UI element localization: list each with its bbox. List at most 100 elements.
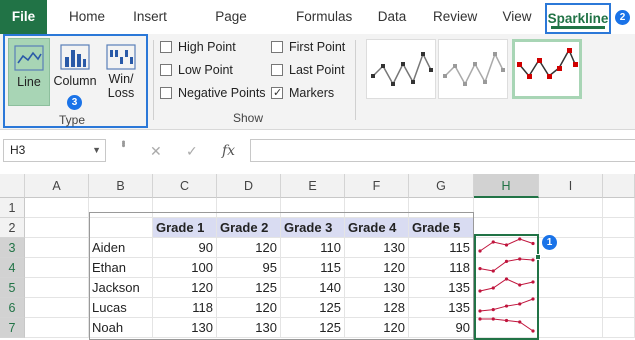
tab-view[interactable]: View — [501, 0, 533, 34]
tab-home[interactable]: Home — [68, 0, 106, 34]
high-point-box[interactable] — [160, 41, 172, 53]
cell-j2[interactable] — [603, 218, 635, 238]
last-point-box[interactable] — [271, 64, 283, 76]
row-header-4[interactable]: 4 — [0, 258, 25, 278]
cell-j3[interactable] — [603, 238, 635, 258]
cell-g2[interactable]: Grade 5 — [409, 218, 474, 238]
cell-i7[interactable] — [539, 318, 603, 338]
fill-handle[interactable] — [535, 254, 541, 260]
first-point-checkbox[interactable]: First Point — [271, 38, 345, 56]
cell-g6[interactable]: 135 — [409, 298, 474, 318]
cell-a4[interactable] — [25, 258, 89, 278]
cancel-icon[interactable]: ✕ — [150, 143, 162, 160]
row-header-1[interactable]: 1 — [0, 198, 25, 218]
cell-j6[interactable] — [603, 298, 635, 318]
cell-i5[interactable] — [539, 278, 603, 298]
sparkline-style-1[interactable] — [366, 39, 436, 99]
negative-points-checkbox[interactable]: Negative Points — [160, 84, 266, 102]
tab-file[interactable]: File — [0, 0, 47, 34]
cell-c1[interactable] — [153, 198, 217, 218]
cell-d1[interactable] — [217, 198, 281, 218]
first-point-box[interactable] — [271, 41, 283, 53]
cell-e4[interactable]: 115 — [281, 258, 345, 278]
cell-g5[interactable]: 135 — [409, 278, 474, 298]
cell-i1[interactable] — [539, 198, 603, 218]
cell-g4[interactable]: 118 — [409, 258, 474, 278]
last-point-checkbox[interactable]: Last Point — [271, 61, 345, 79]
column-header-g[interactable]: G — [409, 174, 474, 198]
row-header-6[interactable]: 6 — [0, 298, 25, 318]
tab-formulas[interactable]: Formulas — [296, 0, 352, 34]
cell-b6[interactable]: Lucas — [89, 298, 153, 318]
tab-sparkline[interactable]: Sparkline — [545, 3, 611, 34]
high-point-checkbox[interactable]: High Point — [160, 38, 236, 56]
line-sparkline-button[interactable]: Line — [8, 38, 50, 106]
sparkline-style-3-selected[interactable] — [512, 39, 582, 99]
cell-j7[interactable] — [603, 318, 635, 338]
cell-d6[interactable]: 120 — [217, 298, 281, 318]
cell-b7[interactable]: Noah — [89, 318, 153, 338]
cell-f1[interactable] — [345, 198, 409, 218]
cell-e6[interactable]: 125 — [281, 298, 345, 318]
markers-box[interactable] — [271, 84, 283, 102]
cell-d2[interactable]: Grade 2 — [217, 218, 281, 238]
cell-h1[interactable] — [474, 198, 539, 218]
cell-c3[interactable]: 90 — [153, 238, 217, 258]
cell-g1[interactable] — [409, 198, 474, 218]
cell-g7[interactable]: 90 — [409, 318, 474, 338]
cell-c5[interactable]: 120 — [153, 278, 217, 298]
formula-input[interactable] — [250, 139, 635, 162]
cell-g3[interactable]: 115 — [409, 238, 474, 258]
cell-j4[interactable] — [603, 258, 635, 278]
tab-page-layout[interactable]: Page Layout — [194, 0, 268, 58]
winloss-sparkline-button[interactable]: Win/ Loss — [100, 38, 142, 106]
column-header-b[interactable]: B — [89, 174, 153, 198]
column-header-j[interactable] — [603, 174, 635, 198]
cell-a7[interactable] — [25, 318, 89, 338]
cell-f5[interactable]: 130 — [345, 278, 409, 298]
cell-b3[interactable]: Aiden — [89, 238, 153, 258]
cell-i6[interactable] — [539, 298, 603, 318]
cell-d5[interactable]: 125 — [217, 278, 281, 298]
cell-i4[interactable] — [539, 258, 603, 278]
cell-f2[interactable]: Grade 4 — [345, 218, 409, 238]
cell-e5[interactable]: 140 — [281, 278, 345, 298]
row-header-5[interactable]: 5 — [0, 278, 25, 298]
low-point-box[interactable] — [160, 64, 172, 76]
cell-j1[interactable] — [603, 198, 635, 218]
cell-d4[interactable]: 95 — [217, 258, 281, 278]
cell-b5[interactable]: Jackson — [89, 278, 153, 298]
negative-points-box[interactable] — [160, 87, 172, 99]
cell-f4[interactable]: 120 — [345, 258, 409, 278]
insert-function-icon[interactable]: fx — [222, 143, 235, 159]
cell-c6[interactable]: 118 — [153, 298, 217, 318]
cell-e7[interactable]: 125 — [281, 318, 345, 338]
cell-f7[interactable]: 120 — [345, 318, 409, 338]
cell-e1[interactable] — [281, 198, 345, 218]
sparkline-style-2[interactable] — [438, 39, 508, 99]
markers-checkbox[interactable]: Markers — [271, 84, 334, 102]
row-header-2[interactable]: 2 — [0, 218, 25, 238]
cell-a5[interactable] — [25, 278, 89, 298]
cell-b4[interactable]: Ethan — [89, 258, 153, 278]
cell-e2[interactable]: Grade 3 — [281, 218, 345, 238]
select-all-corner[interactable] — [0, 174, 25, 198]
cell-a2[interactable] — [25, 218, 89, 238]
column-header-h[interactable]: H — [474, 174, 539, 198]
cell-f3[interactable]: 130 — [345, 238, 409, 258]
column-header-c[interactable]: C — [153, 174, 217, 198]
drag-handle-icon[interactable]: ••• — [117, 140, 129, 146]
cell-j5[interactable] — [603, 278, 635, 298]
column-header-i[interactable]: I — [539, 174, 603, 198]
cell-b1[interactable] — [89, 198, 153, 218]
enter-icon[interactable]: ✓ — [186, 143, 198, 160]
row-header-3[interactable]: 3 — [0, 238, 25, 258]
column-header-a[interactable]: A — [25, 174, 89, 198]
cell-a3[interactable] — [25, 238, 89, 258]
low-point-checkbox[interactable]: Low Point — [160, 61, 233, 79]
tab-insert[interactable]: Insert — [131, 0, 169, 34]
cell-d7[interactable]: 130 — [217, 318, 281, 338]
row-header-7[interactable]: 7 — [0, 318, 25, 338]
chevron-down-icon[interactable]: ▼ — [92, 140, 101, 161]
cell-d3[interactable]: 120 — [217, 238, 281, 258]
